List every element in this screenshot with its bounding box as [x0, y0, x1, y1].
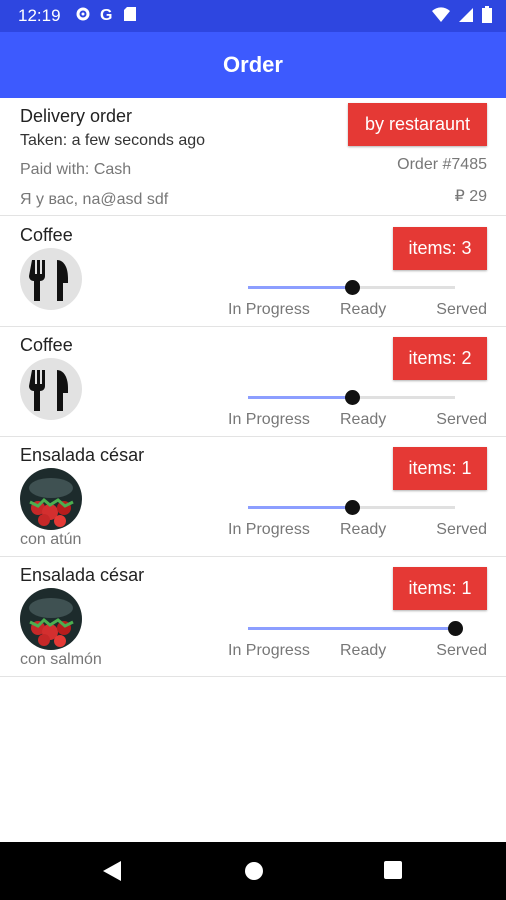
wifi-icon — [432, 6, 450, 22]
order-price: ₽ 29 — [454, 188, 487, 205]
svg-text:G: G — [100, 7, 112, 22]
list-item[interactable]: Ensalada césar items: 1 In Progress Read… — [0, 557, 506, 677]
battery-icon — [482, 6, 492, 23]
list-item[interactable]: Ensalada césar items: 1 In Progress Read… — [0, 437, 506, 557]
stage-ready: Ready — [340, 411, 387, 428]
status-slider[interactable] — [248, 500, 455, 515]
item-note: con atún — [20, 531, 82, 548]
order-number: Order #7485 — [397, 156, 487, 173]
app-bar: Order — [0, 32, 506, 98]
item-name: Coffee — [20, 225, 73, 245]
item-count-badge[interactable]: items: 1 — [393, 447, 487, 490]
status-bar: 12:19 G — [0, 0, 506, 32]
stage-ready: Ready — [340, 301, 387, 318]
recents-icon[interactable] — [383, 860, 403, 880]
stage-in-progress: In Progress — [228, 521, 310, 538]
stage-ready: Ready — [340, 521, 387, 538]
stage-in-progress: In Progress — [228, 642, 310, 659]
home-icon[interactable] — [243, 860, 265, 882]
slider-thumb[interactable] — [344, 390, 360, 405]
list-item[interactable]: Coffee items: 3 In Progress Ready Served — [0, 217, 506, 327]
item-count-badge[interactable]: items: 1 — [393, 567, 487, 610]
slider-fill — [248, 286, 352, 289]
stage-ready: Ready — [340, 642, 387, 659]
status-slider[interactable] — [248, 280, 455, 295]
stage-served: Served — [436, 411, 487, 428]
page-title: Order — [223, 52, 283, 77]
sd-card-icon — [124, 7, 136, 21]
stage-in-progress: In Progress — [228, 301, 310, 318]
slider-fill — [248, 506, 352, 509]
cutlery-icon — [20, 358, 82, 420]
order-summary: Delivery order Taken: a few seconds ago … — [0, 98, 506, 216]
item-count-badge[interactable]: items: 3 — [393, 227, 487, 270]
item-name: Coffee — [20, 335, 73, 355]
gear-icon — [76, 7, 90, 21]
item-count-badge[interactable]: items: 2 — [393, 337, 487, 380]
google-icon: G — [100, 7, 112, 22]
list-item[interactable]: Coffee items: 2 In Progress Ready Served — [0, 327, 506, 437]
slider-fill — [248, 627, 455, 630]
item-name: Ensalada césar — [20, 565, 145, 585]
back-icon[interactable] — [101, 860, 123, 882]
customer-info: Я у вас, na@asd sdf — [20, 191, 169, 208]
payment-method: Paid with: Cash — [20, 161, 132, 178]
status-time: 12:19 — [18, 6, 61, 25]
stage-served: Served — [436, 642, 487, 659]
signal-icon — [459, 7, 473, 22]
cutlery-icon — [20, 248, 82, 310]
salad-photo — [20, 588, 82, 650]
by-restaurant-button[interactable]: by restaraunt — [348, 103, 487, 146]
slider-thumb[interactable] — [344, 280, 360, 295]
system-nav-bar — [0, 842, 506, 900]
stage-served: Served — [436, 521, 487, 538]
status-slider[interactable] — [248, 621, 463, 636]
item-name: Ensalada césar — [20, 445, 145, 465]
slider-fill — [248, 396, 352, 399]
status-slider[interactable] — [248, 390, 455, 405]
order-type: Delivery order — [20, 106, 133, 126]
stage-in-progress: In Progress — [228, 411, 310, 428]
stage-served: Served — [436, 301, 487, 318]
item-note: con salmón — [20, 651, 102, 668]
salad-photo — [20, 468, 82, 530]
slider-thumb[interactable] — [344, 500, 360, 515]
order-taken-time: Taken: a few seconds ago — [20, 132, 206, 149]
slider-thumb[interactable] — [448, 621, 463, 636]
